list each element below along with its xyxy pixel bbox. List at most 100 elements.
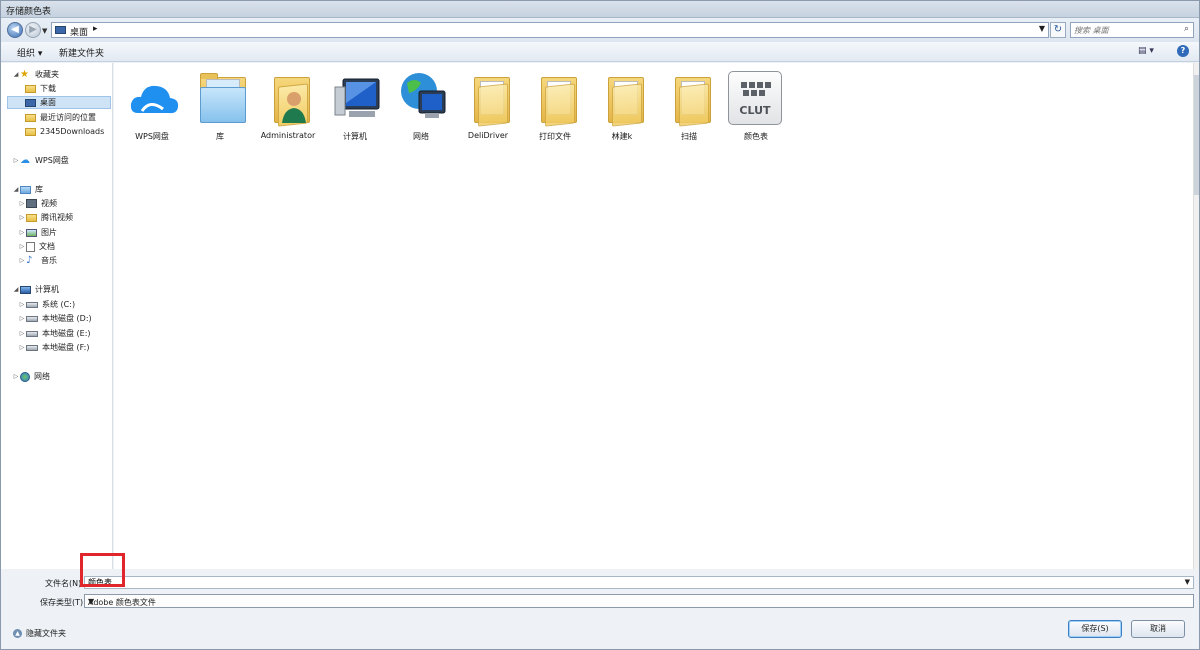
expand-arrow-icon[interactable]: ▷ xyxy=(18,301,26,308)
item-computer[interactable]: 计算机 xyxy=(323,67,387,141)
collapse-arrow-icon[interactable]: ◢ xyxy=(12,71,20,78)
expand-arrow-icon[interactable]: ▷ xyxy=(18,257,26,264)
network-globe-icon xyxy=(401,73,446,118)
hide-folders-toggle[interactable]: ▲ 隐藏文件夹 xyxy=(13,628,66,639)
nav-recent-places[interactable]: 最近访问的位置 xyxy=(25,111,96,124)
nav-drive-d[interactable]: ▷ 本地磁盘 (D:) xyxy=(18,312,92,325)
folder-icon xyxy=(25,127,36,136)
pictures-icon xyxy=(26,228,37,237)
breadcrumb-desktop[interactable]: 桌面 xyxy=(70,25,88,38)
nav-label: 计算机 xyxy=(35,285,59,294)
library-folder-icon xyxy=(196,69,248,127)
organize-button[interactable]: 组织 ▾ xyxy=(17,46,42,59)
wps-cloud-icon xyxy=(130,85,179,114)
nav-music[interactable]: ▷ ♪ 音乐 xyxy=(18,254,57,267)
drive-icon xyxy=(26,315,38,322)
back-button[interactable]: ◀ xyxy=(7,22,23,38)
nav-label: WPS网盘 xyxy=(35,156,69,165)
filename-label: 文件名(N): xyxy=(45,579,84,588)
expand-arrow-icon[interactable]: ▷ xyxy=(18,214,26,221)
computer-icon xyxy=(20,285,31,294)
system-drive-icon xyxy=(26,301,38,308)
nav-drive-e[interactable]: ▷ 本地磁盘 (E:) xyxy=(18,327,91,340)
music-note-icon: ♪ xyxy=(26,254,33,266)
recent-pages-dropdown-icon[interactable]: ▼ xyxy=(42,27,47,35)
item-label: Administrator xyxy=(260,131,316,140)
save-fields: 文件名(N): ▼ 保存类型(T): Adobe 颜色表文件 ▼ xyxy=(1,569,1199,615)
nav-library[interactable]: ◢ 库 xyxy=(12,183,43,196)
save-button[interactable]: 保存(S) xyxy=(1068,620,1122,638)
clut-file-icon: CLUT xyxy=(728,71,782,125)
address-box[interactable]: 桌面 ▸ ▼ xyxy=(51,22,1049,38)
item-color-table[interactable]: CLUT 颜色表 xyxy=(724,67,788,141)
expand-arrow-icon[interactable]: ▷ xyxy=(18,344,26,351)
nav-label: 2345Downloads xyxy=(40,127,105,136)
nav-label: 本地磁盘 (E:) xyxy=(42,329,91,338)
help-icon[interactable]: ? xyxy=(1177,45,1189,57)
arrow-left-icon: ◀ xyxy=(11,24,19,35)
nav-desktop[interactable]: 桌面 xyxy=(7,96,111,109)
save-dialog: 存储颜色表 ◀ ▶ ▼ 桌面 ▸ ▼ ↻ ⌕ 组织 ▾ 新建文件夹 ▤ ▾ ? … xyxy=(0,0,1200,650)
expand-arrow-icon[interactable]: ▷ xyxy=(18,243,26,250)
item-wps-cloud[interactable]: WPS网盘 xyxy=(120,67,184,141)
nav-favorites[interactable]: ◢ ★ 收藏夹 xyxy=(12,68,59,81)
refresh-button[interactable]: ↻ xyxy=(1050,22,1066,38)
nav-computer[interactable]: ◢ 计算机 xyxy=(12,283,59,296)
nav-label: 文档 xyxy=(39,242,55,251)
file-list: WPS网盘 库 Administrator 计算机 网络 DeliDriver … xyxy=(114,63,1197,569)
nav-label: 库 xyxy=(35,185,43,194)
nav-tencent-video[interactable]: ▷ 腾讯视频 xyxy=(18,211,73,224)
item-library[interactable]: 库 xyxy=(188,67,252,141)
item-print-files[interactable]: 打印文件 xyxy=(523,67,587,141)
expand-arrow-icon[interactable]: ▷ xyxy=(18,315,26,322)
expand-arrow-icon[interactable]: ▷ xyxy=(18,229,26,236)
nav-drive-f[interactable]: ▷ 本地磁盘 (F:) xyxy=(18,341,90,354)
filename-dropdown-icon[interactable]: ▼ xyxy=(1185,578,1190,586)
expand-arrow-icon[interactable]: ▷ xyxy=(18,330,26,337)
address-dropdown-icon[interactable]: ▼ xyxy=(1039,24,1045,33)
expand-arrow-icon[interactable]: ▷ xyxy=(12,157,20,164)
filename-input[interactable] xyxy=(85,577,1175,588)
nav-documents[interactable]: ▷ 文档 xyxy=(18,240,55,253)
scroll-thumb[interactable] xyxy=(1194,75,1199,195)
navigation-pane: ◢ ★ 收藏夹 下载 桌面 最近访问的位置 2345Downloads ▷ ☁ … xyxy=(1,63,113,569)
vertical-scrollbar[interactable] xyxy=(1193,63,1199,569)
collapse-arrow-icon[interactable]: ◢ xyxy=(12,186,20,193)
item-administrator[interactable]: Administrator xyxy=(256,67,320,141)
nav-video[interactable]: ▷ 视频 xyxy=(18,197,57,210)
desktop-location-icon xyxy=(55,26,66,34)
nav-drive-c[interactable]: ▷ 系统 (C:) xyxy=(18,298,75,311)
nav-2345downloads[interactable]: 2345Downloads xyxy=(25,125,104,138)
filetype-dropdown-icon[interactable]: ▼ xyxy=(88,597,1190,606)
red-highlight-annotation xyxy=(80,553,125,587)
search-icon[interactable]: ⌕ xyxy=(1184,24,1189,34)
item-delidriver[interactable]: DeliDriver xyxy=(456,67,520,141)
window-title: 存储颜色表 xyxy=(6,7,52,17)
recent-places-icon xyxy=(25,113,36,122)
filename-field[interactable]: ▼ xyxy=(84,576,1194,589)
new-folder-button[interactable]: 新建文件夹 xyxy=(59,46,104,59)
nav-downloads[interactable]: 下载 xyxy=(25,82,56,95)
item-linjian-k[interactable]: 林建k xyxy=(590,67,654,141)
nav-label: 图片 xyxy=(41,228,57,237)
nav-network[interactable]: ▷ 网络 xyxy=(12,370,50,383)
item-scan[interactable]: 扫描 xyxy=(657,67,721,141)
breadcrumb-chevron-icon[interactable]: ▸ xyxy=(93,24,98,34)
item-label: 颜色表 xyxy=(744,132,768,141)
nav-label: 音乐 xyxy=(41,256,57,265)
filetype-select[interactable]: Adobe 颜色表文件 ▼ xyxy=(84,594,1194,608)
search-box[interactable]: ⌕ xyxy=(1070,22,1194,38)
item-label: 打印文件 xyxy=(539,132,571,141)
view-options-icon[interactable]: ▤ ▾ xyxy=(1138,46,1154,56)
collapse-arrow-icon[interactable]: ◢ xyxy=(12,286,20,293)
nav-wps-cloud[interactable]: ▷ ☁ WPS网盘 xyxy=(12,154,69,167)
search-input[interactable] xyxy=(1074,24,1174,37)
forward-button[interactable]: ▶ xyxy=(25,22,41,38)
folder-icon xyxy=(464,69,516,127)
cancel-button[interactable]: 取消 xyxy=(1131,620,1185,638)
nav-label: 网络 xyxy=(34,372,50,381)
expand-arrow-icon[interactable]: ▷ xyxy=(18,200,26,207)
item-network[interactable]: 网络 xyxy=(389,67,453,141)
expand-arrow-icon[interactable]: ▷ xyxy=(12,373,20,380)
nav-pictures[interactable]: ▷ 图片 xyxy=(18,226,57,239)
